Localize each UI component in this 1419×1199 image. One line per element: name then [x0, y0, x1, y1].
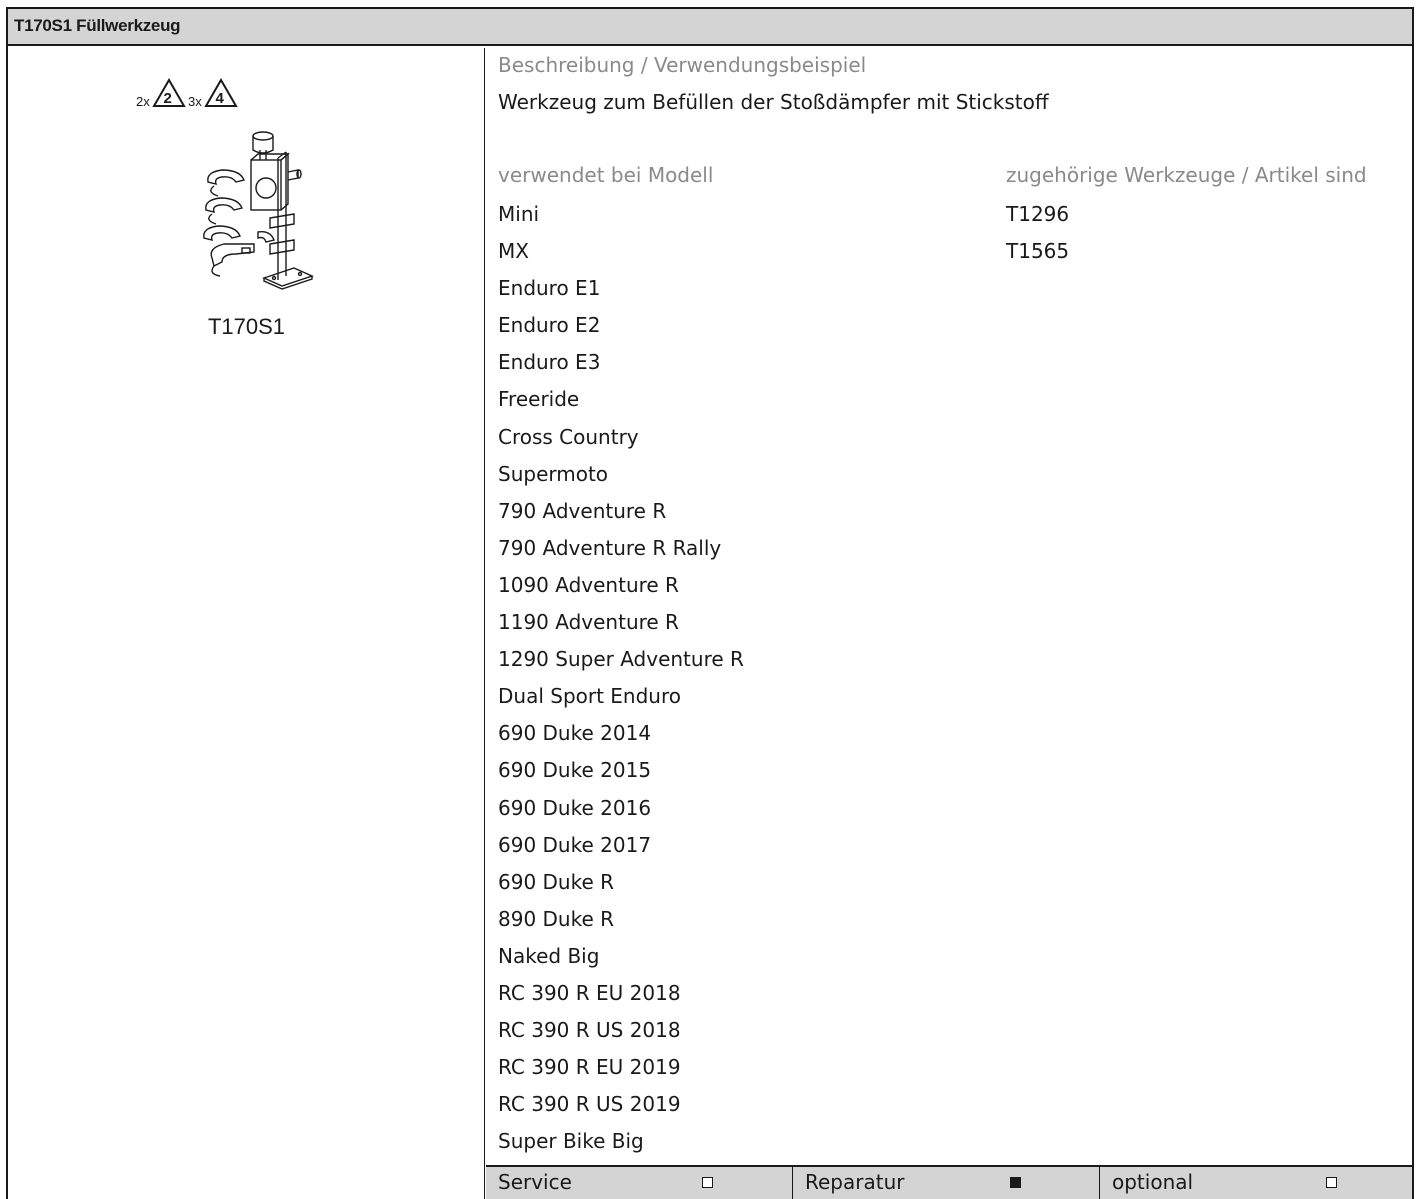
list-item: 1290 Super Adventure R	[498, 647, 744, 672]
optional-checkbox[interactable]	[1326, 1177, 1337, 1188]
optional-label: optional	[1112, 1170, 1194, 1194]
list-item: T1565	[1006, 239, 1070, 264]
list-item: Supermoto	[498, 461, 609, 486]
warning-count-2: 3x	[188, 94, 202, 109]
details-column: Beschreibung / Verwendungsbeispiel Werkz…	[486, 48, 1412, 1199]
list-item: Mini	[498, 202, 540, 226]
sheet-title: T170S1 Füllwerkzeug	[14, 16, 181, 35]
description-label: Beschreibung / Verwendungsbeispiel	[498, 53, 867, 77]
list-item: RC 390 R US 2019	[498, 1092, 681, 1117]
list-item: 1090 Adventure R	[498, 572, 679, 597]
list-item: RC 390 R US 2018	[498, 1018, 681, 1043]
list-item: 890 Duke R	[498, 906, 615, 931]
models-label: verwendet bei Modell	[498, 163, 714, 187]
service-cell: Service	[486, 1167, 793, 1199]
filling-tool-drawing	[250, 131, 314, 290]
list-item: Freeride	[498, 387, 580, 412]
list-item: 690 Duke 2017	[498, 832, 652, 857]
tool-illustration: 2x 2 3x 4	[136, 77, 314, 290]
warning-level-1: 2	[164, 90, 172, 107]
related-tools-list: T1296 T1565	[1006, 200, 1069, 274]
service-checkbox[interactable]	[702, 1177, 713, 1188]
list-item: 1190 Adventure R	[498, 610, 679, 635]
description-text: Werkzeug zum Befüllen der Stoßdämpfer mi…	[498, 90, 1049, 114]
title-bar: T170S1 Füllwerkzeug	[8, 9, 1412, 46]
image-column: 2x 2 3x 4 T170S1	[8, 48, 485, 1199]
list-item: Enduro E2	[498, 313, 601, 338]
service-label: Service	[498, 1170, 572, 1194]
list-item: Enduro E1	[498, 276, 601, 301]
tool-code-caption: T170S1	[207, 314, 286, 339]
models-list: Mini MX Enduro E1 Enduro E2 Enduro E3 Fr…	[498, 200, 744, 1164]
list-item: Naked Big	[498, 943, 600, 968]
tool-sheet: T170S1 Füllwerkzeug 2x 2 3x 4 T170S1 Bes…	[6, 7, 1414, 1199]
list-item: 790 Adventure R	[498, 498, 667, 523]
warning-level-2: 4	[216, 90, 225, 107]
list-item: 790 Adventure R Rally	[498, 535, 722, 560]
optional-cell: optional	[1100, 1167, 1412, 1199]
list-item: Dual Sport Enduro	[498, 684, 681, 709]
related-tools-label: zugehörige Werkzeuge / Artikel sind	[1006, 163, 1367, 187]
adapter-rings-drawing	[203, 169, 275, 277]
reparatur-checkbox[interactable]	[1010, 1177, 1021, 1188]
list-item: RC 390 R EU 2018	[498, 980, 681, 1005]
reparatur-label: Reparatur	[805, 1170, 905, 1194]
list-item: 690 Duke R	[498, 869, 615, 894]
list-item: 690 Duke 2014	[498, 721, 652, 746]
list-item: MX	[498, 239, 529, 264]
list-item: Super Bike Big	[498, 1129, 644, 1154]
list-item: RC 390 R EU 2019	[498, 1055, 681, 1080]
list-item: Enduro E3	[498, 350, 601, 375]
list-item: T1296	[1006, 202, 1070, 226]
list-item: Cross Country	[498, 424, 639, 449]
category-footer: Service Reparatur optional	[486, 1165, 1412, 1199]
tool-figure: 2x 2 3x 4	[8, 48, 485, 348]
list-item: 690 Duke 2015	[498, 758, 652, 783]
reparatur-cell: Reparatur	[793, 1167, 1100, 1199]
list-item: 690 Duke 2016	[498, 795, 652, 820]
warning-count-1: 2x	[136, 94, 150, 109]
